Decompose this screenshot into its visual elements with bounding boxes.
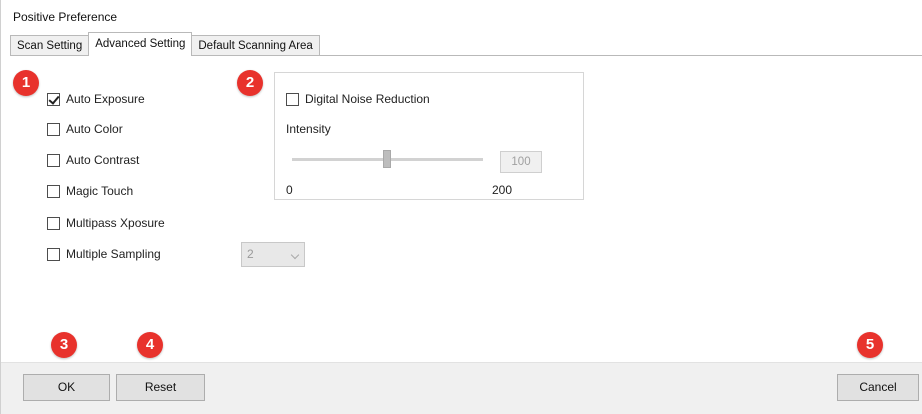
intensity-value-field[interactable]: 100	[500, 151, 542, 173]
intensity-max-label: 200	[492, 183, 513, 197]
chevron-down-icon	[290, 250, 300, 260]
auto-exposure-label: Auto Exposure	[66, 92, 145, 106]
multiple-sampling-label: Multiple Sampling	[66, 247, 161, 261]
preference-dialog: Positive Preference Scan Setting Advance…	[0, 0, 922, 414]
reset-button[interactable]: Reset	[116, 374, 205, 401]
auto-exposure-checkbox[interactable]	[47, 92, 60, 106]
magic-touch-option[interactable]: Magic Touch	[47, 184, 133, 198]
intensity-slider-thumb[interactable]	[383, 150, 391, 168]
auto-contrast-option[interactable]: Auto Contrast	[47, 153, 139, 167]
auto-exposure-option[interactable]: Auto Exposure	[47, 92, 145, 106]
multiple-sampling-checkbox[interactable]	[47, 247, 60, 261]
callout-badge-2: 2	[237, 70, 263, 96]
callout-badge-5: 5	[857, 332, 883, 358]
tab-scan-setting[interactable]: Scan Setting	[10, 35, 90, 56]
multiple-sampling-option[interactable]: Multiple Sampling	[47, 247, 161, 261]
intensity-label: Intensity	[286, 122, 331, 136]
auto-color-label: Auto Color	[66, 122, 123, 136]
magic-touch-checkbox[interactable]	[47, 184, 60, 198]
digital-noise-reduction-checkbox[interactable]	[286, 92, 299, 106]
intensity-min-label: 0	[286, 183, 293, 197]
window-title: Positive Preference	[13, 10, 118, 24]
digital-noise-reduction-option[interactable]: Digital Noise Reduction	[286, 92, 430, 106]
callout-badge-3: 3	[51, 332, 77, 358]
tab-bar: Scan Setting Advanced Setting Default Sc…	[10, 32, 320, 56]
auto-color-option[interactable]: Auto Color	[47, 122, 123, 136]
cancel-button[interactable]: Cancel	[837, 374, 919, 401]
auto-contrast-label: Auto Contrast	[66, 153, 140, 167]
auto-color-checkbox[interactable]	[47, 122, 60, 136]
digital-noise-reduction-label: Digital Noise Reduction	[305, 92, 430, 106]
callout-badge-4: 4	[137, 332, 163, 358]
multipass-xposure-label: Multipass Xposure	[66, 216, 165, 230]
multipass-xposure-checkbox[interactable]	[47, 216, 60, 230]
callout-badge-1: 1	[13, 70, 39, 96]
tab-default-scanning-area[interactable]: Default Scanning Area	[191, 35, 320, 56]
tab-advanced-setting[interactable]: Advanced Setting	[88, 32, 193, 56]
magic-touch-label: Magic Touch	[66, 184, 134, 198]
ok-button[interactable]: OK	[23, 374, 110, 401]
sampling-count-value: 2	[247, 247, 254, 261]
auto-contrast-checkbox[interactable]	[47, 153, 60, 167]
sampling-count-select[interactable]: 2	[241, 242, 305, 267]
multipass-xposure-option[interactable]: Multipass Xposure	[47, 216, 165, 230]
